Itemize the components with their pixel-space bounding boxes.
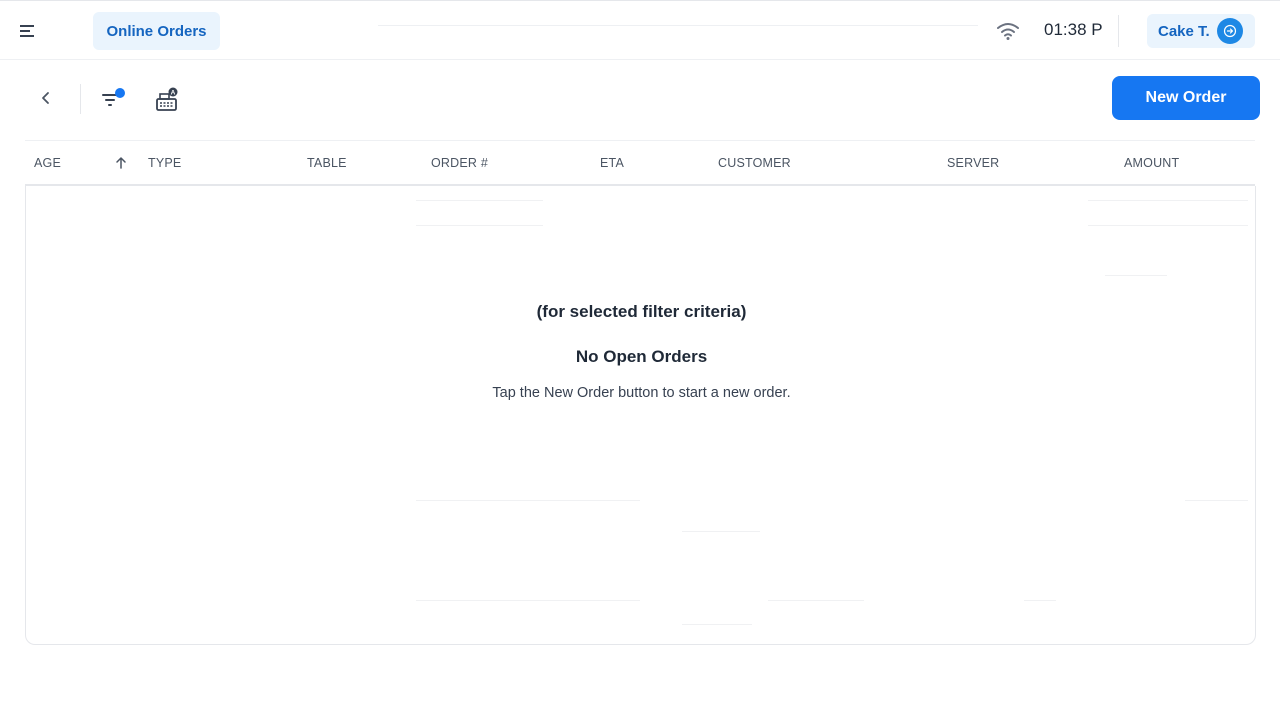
menu-button[interactable]: [14, 17, 42, 45]
empty-state-hint: Tap the New Order button to start a new …: [492, 385, 791, 401]
ghost-line: [416, 500, 640, 501]
ghost-line: [416, 200, 543, 201]
ghost-line: [682, 624, 752, 625]
logout-icon[interactable]: [1217, 18, 1243, 44]
column-header-type[interactable]: TYPE: [148, 156, 181, 170]
divider: [378, 25, 978, 26]
ghost-line: [416, 600, 640, 601]
ghost-line: [1105, 275, 1167, 276]
clock: 01:38 P: [1044, 20, 1103, 39]
new-order-button[interactable]: New Order: [1112, 76, 1260, 120]
svg-text:A: A: [171, 90, 176, 97]
chevron-left-icon: [42, 92, 49, 104]
cash-register-button[interactable]: A: [152, 86, 182, 114]
user-chip[interactable]: Cake T.: [1147, 14, 1255, 48]
ghost-line: [1088, 225, 1248, 226]
filter-button[interactable]: [98, 86, 128, 112]
orders-list-panel: [25, 186, 1256, 645]
column-header-server[interactable]: SERVER: [947, 156, 999, 170]
column-header-age[interactable]: AGE: [34, 156, 61, 170]
column-header-eta[interactable]: ETA: [600, 156, 624, 170]
column-header-table[interactable]: TABLE: [307, 156, 347, 170]
top-bar: Online Orders 01:38 P Cake T.: [0, 0, 1280, 60]
ghost-line: [768, 600, 864, 601]
column-header-order-number[interactable]: ORDER #: [431, 156, 488, 170]
column-header-amount[interactable]: AMOUNT: [1124, 156, 1179, 170]
tab-online-orders[interactable]: Online Orders: [93, 12, 220, 50]
back-button[interactable]: [34, 86, 58, 110]
ghost-line: [682, 531, 760, 532]
divider: [80, 84, 81, 114]
column-header-customer[interactable]: CUSTOMER: [718, 156, 791, 170]
empty-state-title: No Open Orders: [575, 347, 708, 366]
cash-register-icon: A: [156, 87, 178, 111]
wifi-icon: [997, 23, 1019, 40]
menu-icon: [20, 25, 34, 37]
arrow-up-icon[interactable]: [114, 156, 128, 170]
ghost-line: [416, 225, 543, 226]
user-name: Cake T.: [1158, 22, 1210, 40]
table-header: AGE TYPE TABLE ORDER # ETA CUSTOMER SERV…: [25, 140, 1255, 186]
empty-state-subtitle: (for selected filter criteria): [536, 302, 747, 321]
ghost-line: [1024, 600, 1056, 601]
filter-icon: [102, 88, 125, 106]
ghost-line: [1185, 500, 1248, 501]
ghost-line: [1088, 200, 1248, 201]
divider: [1118, 15, 1119, 47]
